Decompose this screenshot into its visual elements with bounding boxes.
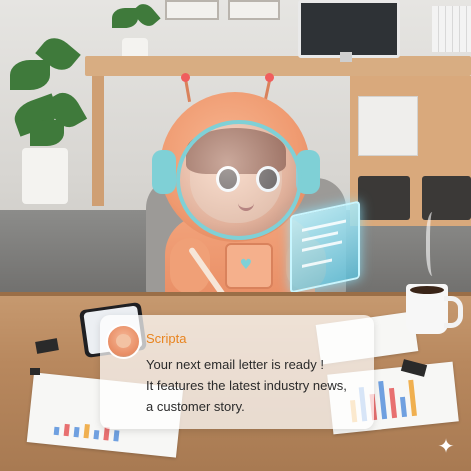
chart-bar xyxy=(103,427,110,441)
helmet-ear-left xyxy=(152,150,176,194)
antenna-tip xyxy=(181,73,190,82)
steam xyxy=(426,212,442,276)
chart-bar xyxy=(63,423,70,437)
plant-leaf xyxy=(30,120,64,146)
coffee xyxy=(410,286,444,294)
wall-picture-right xyxy=(228,0,280,20)
message-line: Your next email letter is ready ! xyxy=(146,357,324,372)
plant-leaf xyxy=(10,60,50,90)
avatar-face xyxy=(116,334,131,348)
binders xyxy=(432,6,471,52)
chart-bar xyxy=(408,379,417,417)
back-desk-leg xyxy=(92,76,104,206)
plant-pot-left xyxy=(22,148,68,204)
chart-bar xyxy=(378,380,388,420)
antenna-tip xyxy=(265,73,274,82)
tablet-line xyxy=(302,258,332,268)
sender-name: Scripta xyxy=(146,331,187,346)
microchip xyxy=(30,368,40,375)
storage-box xyxy=(358,96,418,156)
sparkle-icon: ✦ xyxy=(437,434,455,458)
storage-bin xyxy=(358,176,410,220)
monitor-stand xyxy=(340,52,352,62)
front-desk-edge xyxy=(0,292,471,296)
tablet-line xyxy=(302,240,342,252)
chart-bar xyxy=(83,423,90,439)
chart-bar xyxy=(113,430,120,442)
monitor xyxy=(298,0,400,58)
back-desk xyxy=(85,56,471,76)
holographic-tablet xyxy=(290,200,360,294)
tablet-line xyxy=(302,231,338,242)
illustration-scene: ♥ Scripta Your next email letter is read… xyxy=(0,0,471,471)
mug-handle xyxy=(444,296,463,328)
message-line: a customer story. xyxy=(146,399,245,414)
astronaut-avatar-icon xyxy=(106,324,141,359)
message-line: It features the latest industry news, xyxy=(146,378,347,393)
heart-icon: ♥ xyxy=(239,257,253,273)
chart-bar xyxy=(53,426,60,436)
chart-bar xyxy=(73,426,80,438)
chart-bar xyxy=(399,396,408,418)
chart-bar xyxy=(93,429,100,440)
chart-bar xyxy=(388,387,398,419)
wall-picture-left xyxy=(165,0,219,20)
helmet-visor xyxy=(176,120,302,240)
tablet-line xyxy=(302,219,346,232)
